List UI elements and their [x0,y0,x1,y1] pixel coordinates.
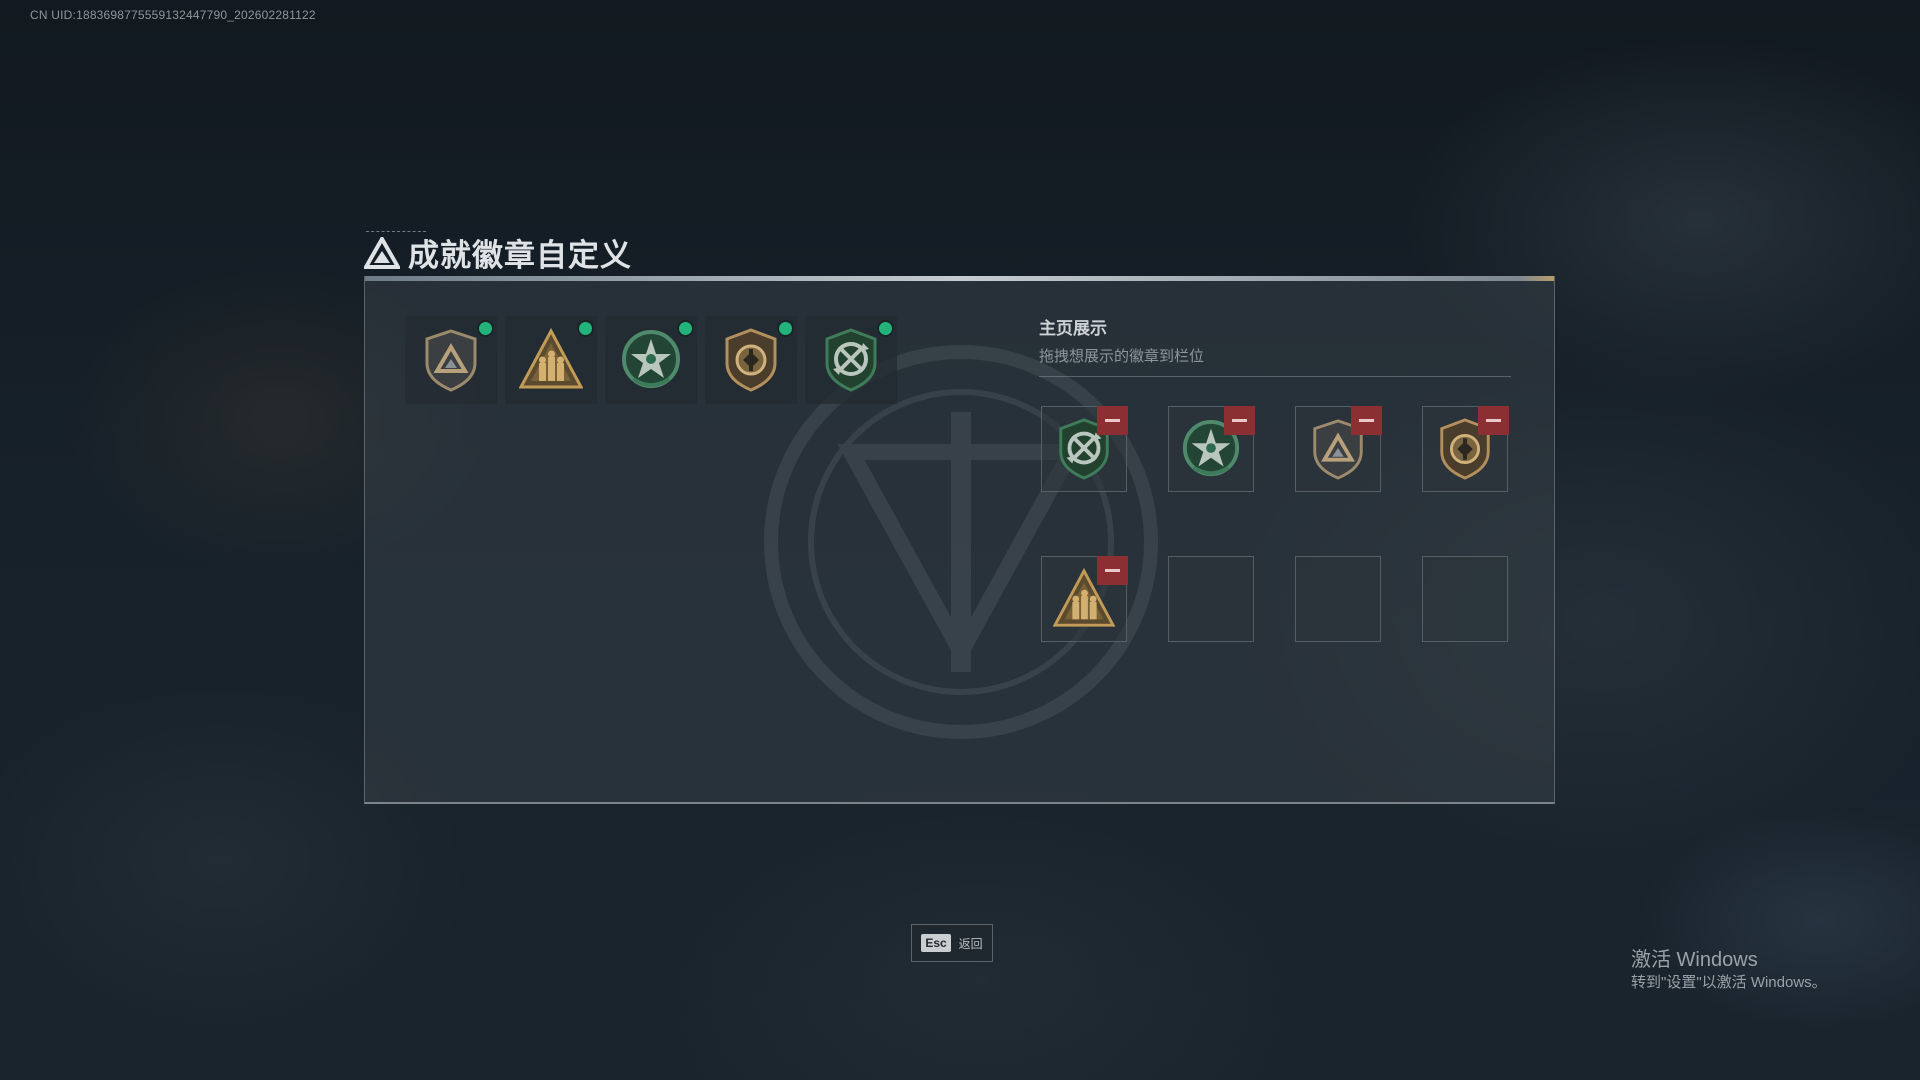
homepage-showcase: 主页展示 拖拽想展示的徽章到栏位 [1039,314,1511,377]
minus-icon [1232,419,1247,422]
equipped-indicator [779,322,792,335]
empty-showcase-slot[interactable] [1168,556,1254,642]
remove-badge-button[interactable] [1097,406,1128,435]
minus-icon [1486,419,1501,422]
triangle-logo-icon [364,236,400,269]
minus-icon [1105,569,1120,572]
showcase-slot[interactable] [1168,406,1255,492]
showcase-slot[interactable] [1041,406,1128,492]
minus-icon [1359,419,1374,422]
equipped-indicator [579,322,592,335]
bronze-shield-triangle-badge-icon [425,329,477,392]
showcase-slot-grid [1041,406,1509,642]
badge-pool-item[interactable] [605,316,697,404]
showcase-slot[interactable] [1041,556,1128,642]
panel-top-border [365,276,1554,281]
empty-showcase-slot[interactable] [1422,556,1508,642]
showcase-hint: 拖拽想展示的徽章到栏位 [1039,348,1205,365]
green-shield-arrows-badge-icon [825,328,877,392]
remove-badge-button[interactable] [1097,556,1128,585]
page-header: 成就徽章自定义 [364,230,632,275]
back-button[interactable]: Esc 返回 [911,924,993,962]
badge-pool [405,316,897,404]
showcase-slot[interactable] [1295,406,1382,492]
windows-activation-title: 激活 Windows [1631,949,1758,971]
equipped-indicator [879,322,892,335]
badge-pool-item[interactable] [805,316,897,404]
badge-pool-item[interactable] [505,316,597,404]
green-star-wreath-badge-icon [622,330,680,388]
divider [1039,376,1511,377]
gold-triangle-soldiers-badge-icon [519,327,583,389]
showcase-slot[interactable] [1422,406,1509,492]
badge-customize-panel: 主页展示 拖拽想展示的徽章到栏位 [364,276,1555,804]
minus-icon [1105,419,1120,422]
badge-pool-item[interactable] [705,316,797,404]
windows-activation-subtitle: 转到"设置"以激活 Windows。 [1631,974,1827,991]
equipped-indicator [479,322,492,335]
remove-badge-button[interactable] [1478,406,1509,435]
screen: CN UID:1883698775559132447790_2026022811… [0,0,1920,1080]
equipped-indicator [679,322,692,335]
esc-key-hint: Esc [921,934,951,952]
badge-pool-item[interactable] [405,316,497,404]
bronze-shield-emblem-badge-icon [725,328,777,392]
showcase-title: 主页展示 [1039,319,1107,338]
back-label: 返回 [958,936,983,951]
uid-text: CN UID:1883698775559132447790_2026022811… [30,8,316,22]
remove-badge-button[interactable] [1224,406,1255,435]
remove-badge-button[interactable] [1351,406,1382,435]
empty-showcase-slot[interactable] [1295,556,1381,642]
page-title: 成就徽章自定义 [408,238,632,273]
